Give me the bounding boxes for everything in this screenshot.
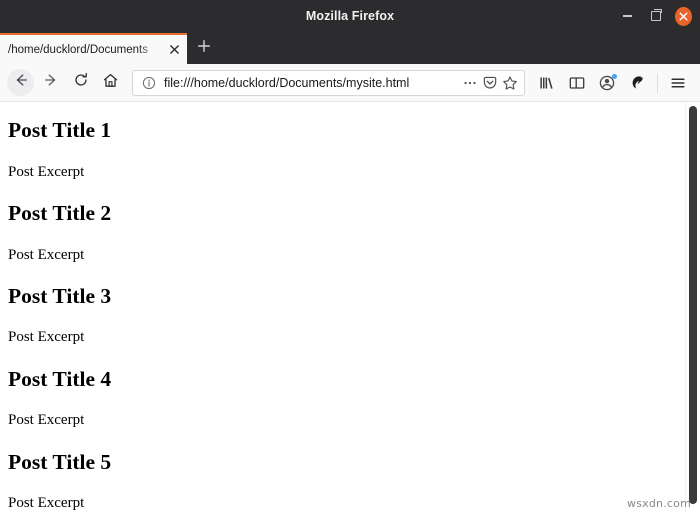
post-excerpt: Post Excerpt bbox=[8, 329, 85, 346]
url-bar[interactable]: file:///home/ducklord/Documents/mysite.h… bbox=[132, 69, 525, 96]
home-button[interactable] bbox=[97, 69, 124, 96]
pocket-icon[interactable] bbox=[481, 74, 499, 92]
content-area: Post Title 1 Post Excerpt Post Title 2 P… bbox=[0, 102, 700, 514]
maximize-button[interactable] bbox=[647, 8, 664, 25]
reload-button[interactable] bbox=[67, 69, 94, 96]
post-excerpt: Post Excerpt bbox=[8, 495, 85, 512]
bookmark-star-icon[interactable] bbox=[501, 74, 519, 92]
sidebar-icon[interactable] bbox=[564, 70, 590, 96]
arrow-left-icon bbox=[13, 72, 29, 93]
web-page: Post Title 1 Post Excerpt Post Title 2 P… bbox=[0, 102, 685, 514]
home-icon bbox=[102, 72, 119, 94]
browser-window: Mozilla Firefox /home/ducklord/Documents bbox=[0, 0, 700, 514]
scrollbar-thumb[interactable] bbox=[689, 106, 697, 504]
page-actions-icon[interactable] bbox=[461, 74, 479, 92]
window-controls bbox=[619, 0, 692, 32]
new-tab-button[interactable] bbox=[187, 33, 221, 64]
reload-icon bbox=[73, 72, 89, 93]
post-title: Post Title 2 bbox=[8, 200, 112, 225]
menu-icon[interactable] bbox=[665, 70, 691, 96]
account-icon[interactable] bbox=[594, 70, 620, 96]
post-title: Post Title 4 bbox=[8, 366, 112, 391]
arrow-right-icon bbox=[43, 72, 59, 93]
post-title: Post Title 3 bbox=[8, 283, 112, 308]
watermark: wsxdn.com bbox=[627, 497, 691, 510]
tab-label: /home/ducklord/Documents bbox=[8, 43, 148, 56]
post-title: Post Title 5 bbox=[8, 449, 112, 474]
navigation-toolbar: file:///home/ducklord/Documents/mysite.h… bbox=[0, 64, 700, 102]
title-bar: Mozilla Firefox bbox=[0, 0, 700, 32]
vertical-scrollbar[interactable] bbox=[685, 102, 700, 514]
close-button[interactable] bbox=[675, 6, 692, 26]
minimize-icon bbox=[623, 15, 632, 17]
back-button[interactable] bbox=[7, 69, 34, 96]
extension-icon[interactable] bbox=[624, 70, 650, 96]
tab-close-icon[interactable] bbox=[165, 41, 183, 59]
url-text[interactable]: file:///home/ducklord/Documents/mysite.h… bbox=[164, 76, 461, 90]
post-excerpt: Post Excerpt bbox=[8, 163, 85, 180]
toolbar-icons bbox=[532, 70, 693, 96]
post-excerpt: Post Excerpt bbox=[8, 412, 85, 429]
close-icon bbox=[675, 6, 692, 26]
tab-strip: /home/ducklord/Documents bbox=[0, 32, 700, 64]
tab-documents[interactable]: /home/ducklord/Documents bbox=[0, 33, 187, 64]
library-icon[interactable] bbox=[534, 70, 560, 96]
post-title: Post Title 1 bbox=[8, 118, 112, 142]
info-icon[interactable] bbox=[140, 74, 158, 92]
toolbar-separator bbox=[657, 72, 658, 93]
minimize-button[interactable] bbox=[619, 8, 636, 25]
account-badge-dot bbox=[612, 73, 617, 79]
restore-icon bbox=[650, 8, 662, 21]
plus-icon bbox=[197, 39, 211, 58]
forward-button[interactable] bbox=[37, 69, 64, 96]
post-excerpt: Post Excerpt bbox=[8, 246, 85, 263]
window-title: Mozilla Firefox bbox=[305, 9, 395, 23]
